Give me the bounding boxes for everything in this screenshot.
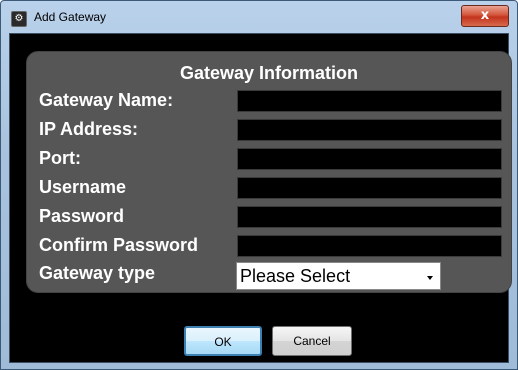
ip-address-input[interactable] xyxy=(237,119,502,141)
gateway-type-selected: Please Select xyxy=(240,266,351,286)
close-button[interactable]: x xyxy=(461,5,509,27)
dropdown-arrow-icon xyxy=(427,276,433,280)
gateway-type-label: Gateway type xyxy=(39,263,156,283)
gateway-info-panel: Gateway Information Gateway Name: IP Add… xyxy=(26,51,512,293)
title-bar[interactable]: ⚙ Add Gateway x xyxy=(1,1,517,33)
window-title: Add Gateway xyxy=(34,10,107,24)
username-label: Username xyxy=(39,177,127,197)
ok-button[interactable]: OK xyxy=(184,326,262,356)
dialog-body: Gateway Information Gateway Name: IP Add… xyxy=(9,33,512,363)
gateway-name-label: Gateway Name: xyxy=(39,90,174,110)
ip-address-label: IP Address: xyxy=(39,119,139,139)
confirm-password-label: Confirm Password xyxy=(39,235,199,255)
gateway-name-input[interactable] xyxy=(237,90,502,112)
app-gear-icon: ⚙ xyxy=(11,11,27,27)
confirm-password-input[interactable] xyxy=(237,235,502,257)
port-label: Port: xyxy=(39,148,81,168)
add-gateway-dialog: ⚙ Add Gateway x Gateway Information Gate… xyxy=(0,0,518,370)
panel-title: Gateway Information xyxy=(179,63,359,83)
password-input[interactable] xyxy=(237,206,502,228)
username-input[interactable] xyxy=(237,177,502,199)
cancel-button[interactable]: Cancel xyxy=(272,326,352,356)
gateway-type-select[interactable]: Please Select xyxy=(236,262,441,290)
port-input[interactable] xyxy=(237,148,502,170)
password-label: Password xyxy=(39,206,125,226)
